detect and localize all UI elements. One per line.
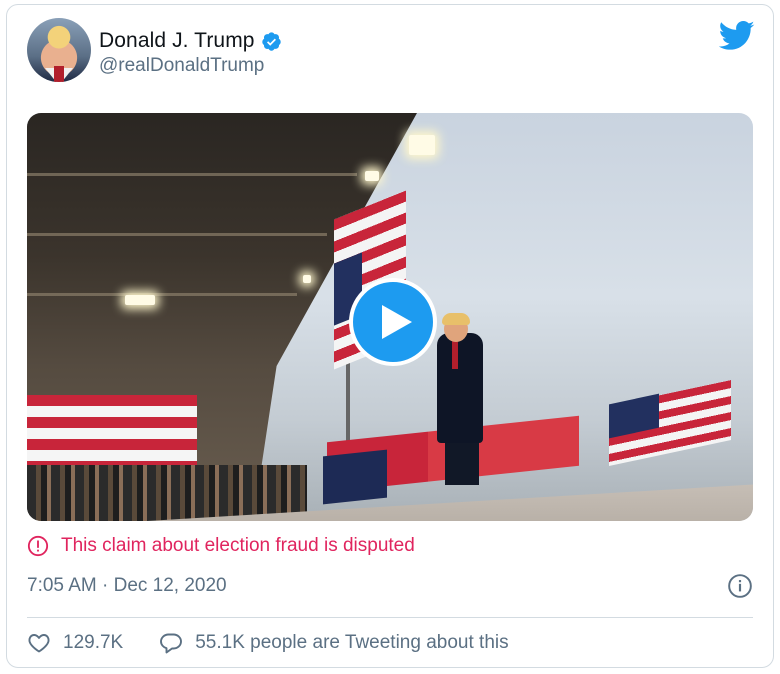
info-icon[interactable] [727,573,753,599]
banner-stars [323,449,387,505]
crowd [27,465,307,521]
heart-icon [28,634,50,653]
ceiling-beam [27,233,327,236]
play-button[interactable] [349,278,437,366]
like-count: 129.7K [63,632,124,653]
ceiling-beam [27,173,357,176]
tweet-card[interactable]: Donald J. Trump @realDonaldTrump This cl… [6,4,774,668]
speaker-body [437,333,483,443]
reply-bubble-icon [160,633,183,654]
verified-badge-icon [261,31,281,51]
video-media[interactable] [27,113,753,521]
twitter-bird-icon[interactable] [719,21,755,51]
conversation-text: 55.1K people are Tweeting about this [195,632,509,653]
hangar-flag [27,395,197,473]
user-handle[interactable]: @realDonaldTrump [99,55,264,77]
avatar[interactable] [27,18,91,82]
alert-circle-icon [27,535,49,557]
disputed-notice-text[interactable]: This claim about election fraud is dispu… [61,535,415,557]
ceiling-light [125,295,155,305]
display-name[interactable]: Donald J. Trump [99,29,255,53]
like-button[interactable]: 129.7K [27,631,123,655]
disputed-notice[interactable]: This claim about election fraud is dispu… [27,535,415,557]
author-name-row[interactable]: Donald J. Trump [99,29,282,53]
avatar-tie [54,66,64,82]
speaker-hair [442,313,470,325]
tweet-actions: 129.7K 55.1K people are Tweeting about t… [27,631,509,655]
conversation-link[interactable]: 55.1K people are Tweeting about this [159,631,509,655]
divider [27,617,753,618]
speaker-tie [452,341,458,369]
stage-light [365,171,379,181]
tweet-timestamp[interactable]: 7:05 AM · Dec 12, 2020 [27,575,227,597]
stage-light [303,275,311,283]
stage-light [409,135,435,155]
ceiling-beam [27,293,297,296]
play-icon [381,305,412,339]
